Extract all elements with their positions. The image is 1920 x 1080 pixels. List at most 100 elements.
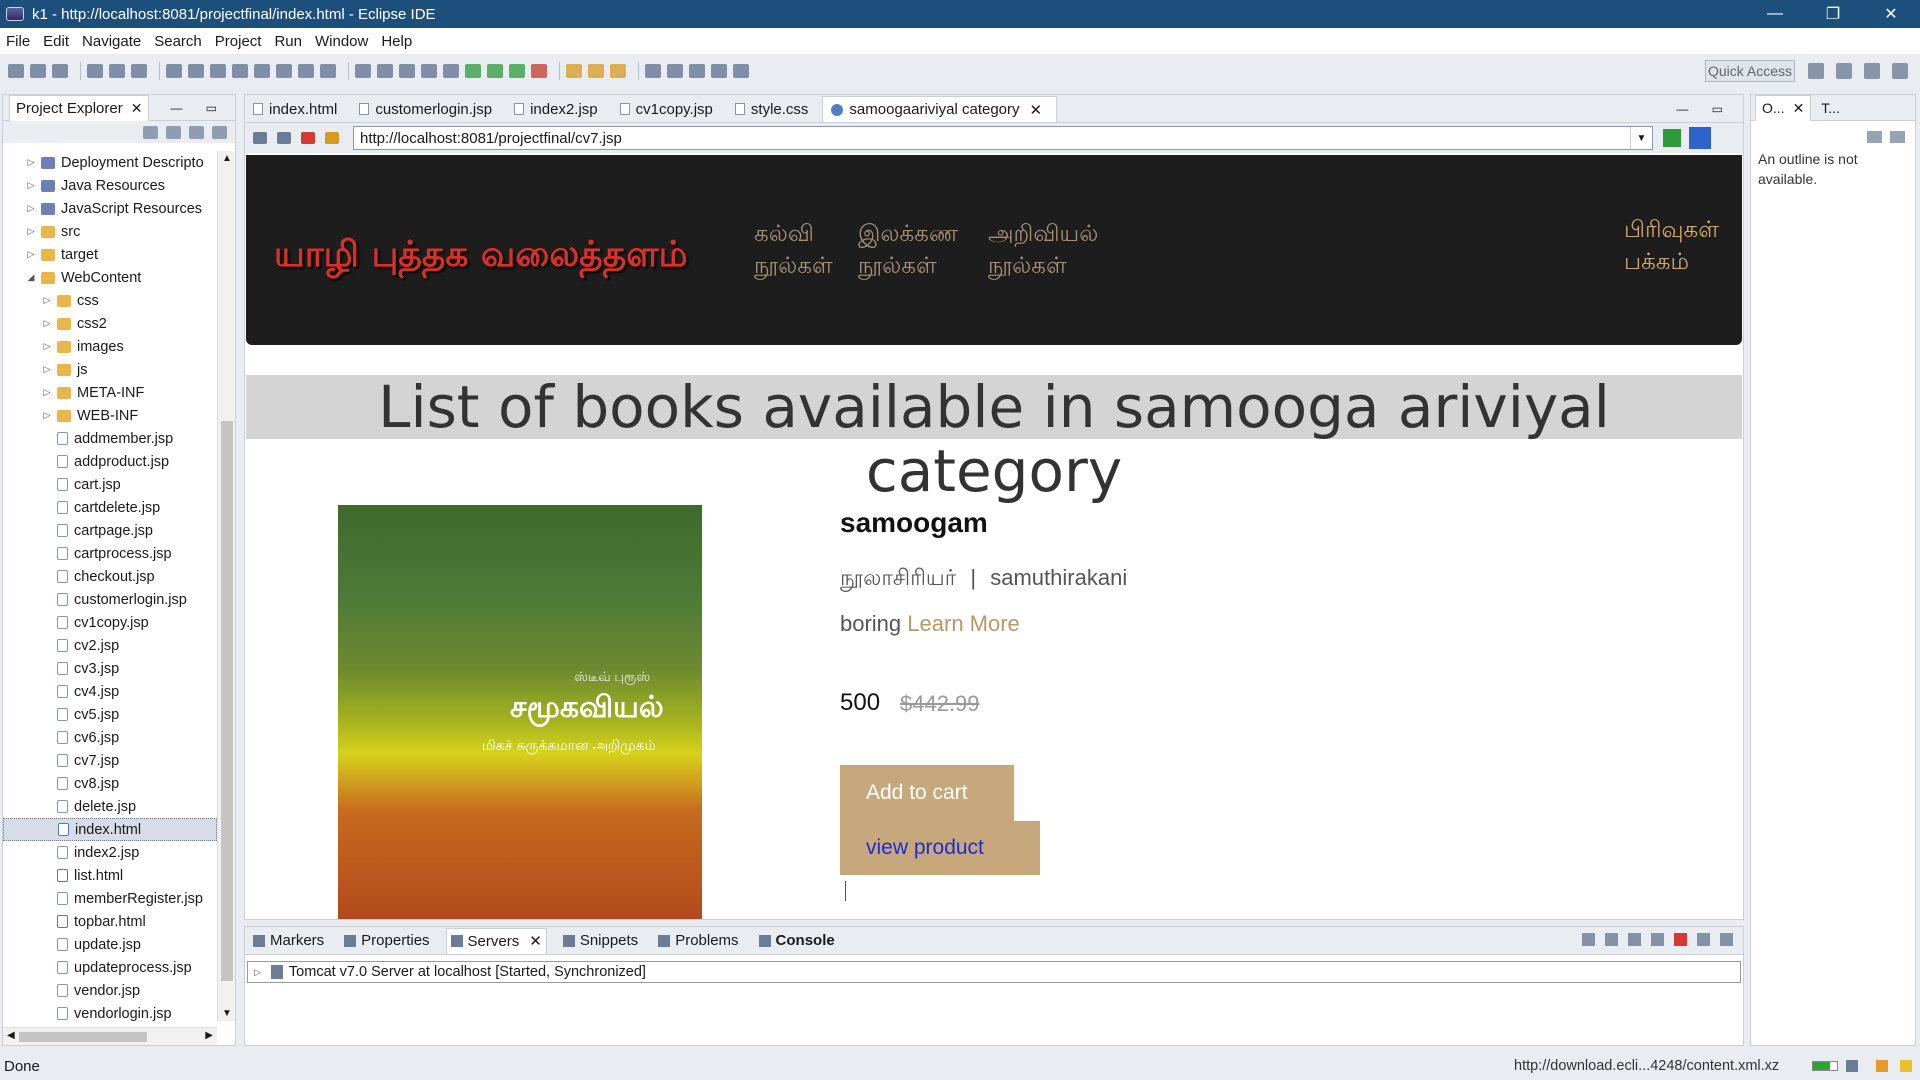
- scroll-right-arrow-icon[interactable]: ▶: [205, 1030, 213, 1041]
- site-logo[interactable]: யாழி புத்தக வலைத்தளம்: [274, 233, 688, 280]
- tree-item[interactable]: cv5.jsp: [3, 703, 217, 726]
- tip-lightbulb-icon[interactable]: [1900, 1060, 1912, 1072]
- scroll-up-arrow-icon[interactable]: ▲: [222, 153, 232, 164]
- new-icon[interactable]: [8, 64, 24, 78]
- rss-icon[interactable]: [1876, 1060, 1888, 1072]
- expand-icon[interactable]: ▷: [254, 967, 261, 978]
- tree-item[interactable]: cv2.jsp: [3, 634, 217, 657]
- coverage-icon[interactable]: [509, 64, 525, 78]
- editor-tab[interactable]: customerlogin.jsp: [351, 96, 506, 122]
- tree-item[interactable]: ▷ js: [3, 358, 217, 381]
- tree-item[interactable]: checkout.jsp: [3, 565, 217, 588]
- publish-icon[interactable]: [1697, 933, 1710, 946]
- open-perspective-icon[interactable]: [1808, 63, 1824, 79]
- tree-item[interactable]: addmember.jsp: [3, 427, 217, 450]
- scroll-down-arrow-icon[interactable]: ▼: [222, 1008, 232, 1019]
- tree-item[interactable]: ▷ css2: [3, 312, 217, 335]
- tree-item[interactable]: ▷ WEB-INF: [3, 404, 217, 427]
- java-ee-perspective-icon[interactable]: [1836, 63, 1852, 79]
- open-type-icon[interactable]: [566, 64, 582, 78]
- tab-project-explorer[interactable]: Project Explorer ✕: [9, 94, 150, 121]
- tree-item[interactable]: ▷ JavaScript Resources: [3, 197, 217, 220]
- editor-tab[interactable]: cv1copy.jsp: [612, 96, 727, 122]
- pen-icon[interactable]: [610, 64, 626, 78]
- menu-help[interactable]: Help: [381, 33, 412, 50]
- tree-item[interactable]: ◢ WebContent: [3, 266, 217, 289]
- minimize-button[interactable]: —: [1746, 0, 1804, 28]
- new-package-icon[interactable]: [377, 64, 393, 78]
- tree-item[interactable]: vendor.jsp: [3, 979, 217, 1002]
- horizontal-scrollbar[interactable]: ◀ ▶: [3, 1027, 217, 1045]
- expand-icon[interactable]: ▷: [41, 295, 53, 306]
- new-server-icon[interactable]: [355, 64, 371, 78]
- suspend-icon[interactable]: [210, 64, 226, 78]
- restore-button[interactable]: ❐: [1804, 0, 1862, 28]
- tree-item[interactable]: cv6.jsp: [3, 726, 217, 749]
- expand-icon[interactable]: ▷: [41, 364, 53, 375]
- nav-education-books[interactable]: கல்வி நூல்கள்: [754, 217, 833, 281]
- refresh-icon[interactable]: [325, 132, 339, 144]
- nav-categories-page[interactable]: பிரிவுகள் பக்கம்: [1624, 213, 1719, 277]
- next-annotation-icon[interactable]: [645, 64, 661, 78]
- add-to-cart-button[interactable]: Add to cart: [840, 765, 1014, 821]
- editor-tab[interactable]: samoogaariviyal category ✕: [822, 96, 1058, 122]
- tab-snippets[interactable]: Snippets: [559, 928, 642, 954]
- expand-icon[interactable]: ◢: [25, 272, 37, 283]
- debug-server-icon[interactable]: [1605, 933, 1618, 946]
- tree-item[interactable]: cartdelete.jsp: [3, 496, 217, 519]
- server-row[interactable]: ▷ Tomcat v7.0 Server at localhost [Start…: [247, 961, 1741, 983]
- tree-item[interactable]: cart.jsp: [3, 473, 217, 496]
- start-server-icon[interactable]: [1628, 933, 1641, 946]
- link-with-editor-icon[interactable]: [166, 125, 181, 139]
- menu-file[interactable]: File: [6, 33, 30, 50]
- tab-properties[interactable]: Properties: [340, 928, 433, 954]
- nav-grammar-books[interactable]: இலக்கண நூல்கள்: [858, 217, 958, 281]
- globe-icon[interactable]: [421, 64, 437, 78]
- disconnect-icon[interactable]: [254, 64, 270, 78]
- tree-item[interactable]: cartprocess.jsp: [3, 542, 217, 565]
- back-arrow-icon[interactable]: [711, 64, 727, 78]
- collapse-all-icon[interactable]: [143, 125, 158, 139]
- tree-item[interactable]: update.jsp: [3, 933, 217, 956]
- last-edit-icon[interactable]: [689, 64, 705, 78]
- tab-servers[interactable]: Servers ✕: [445, 927, 547, 954]
- tree-item[interactable]: cv7.jsp: [3, 749, 217, 772]
- save-icon[interactable]: [30, 64, 46, 78]
- book-cover-image[interactable]: ஸ்டீவ் புரூஸ் சமூகவியல் மிகச் சுருக்கமான…: [338, 505, 702, 919]
- tree-item[interactable]: ▷ images: [3, 335, 217, 358]
- new-class-icon[interactable]: [399, 64, 415, 78]
- tree-item[interactable]: cv8.jsp: [3, 772, 217, 795]
- terminate-icon[interactable]: [232, 64, 248, 78]
- resume-icon[interactable]: [188, 64, 204, 78]
- step-over-icon[interactable]: [298, 64, 314, 78]
- outline-menu-icon[interactable]: [1867, 131, 1882, 143]
- tab-console[interactable]: Console: [755, 928, 839, 954]
- editor-tab[interactable]: index2.jsp: [506, 96, 612, 122]
- tree-item[interactable]: delete.jsp: [3, 795, 217, 818]
- debug-perspective-icon[interactable]: [1864, 63, 1880, 79]
- external-tools-icon[interactable]: [531, 64, 547, 78]
- tree-item[interactable]: list.html: [3, 864, 217, 887]
- expand-icon[interactable]: ▷: [25, 226, 37, 237]
- tree-item[interactable]: ▷ target: [3, 243, 217, 266]
- expand-icon[interactable]: ▷: [25, 203, 37, 214]
- close-icon[interactable]: ✕: [131, 100, 143, 117]
- open-external-browser-icon[interactable]: [1689, 127, 1711, 149]
- print-icon[interactable]: [87, 64, 103, 78]
- quick-access-field[interactable]: Quick Access: [1705, 60, 1795, 82]
- menu-run[interactable]: Run: [274, 33, 302, 50]
- tree-item[interactable]: cv3.jsp: [3, 657, 217, 680]
- save-all-icon[interactable]: [52, 64, 68, 78]
- scroll-left-arrow-icon[interactable]: ◀: [7, 1030, 15, 1041]
- stop-server-icon[interactable]: [1674, 933, 1687, 946]
- expand-icon[interactable]: ▷: [41, 387, 53, 398]
- tab-problems[interactable]: Problems: [654, 928, 742, 954]
- tree-item[interactable]: cv1copy.jsp: [3, 611, 217, 634]
- minimize-maximize-icons[interactable]: — ▭: [170, 101, 227, 115]
- forward-icon[interactable]: [277, 132, 291, 144]
- menu-search[interactable]: Search: [154, 33, 202, 50]
- close-icon[interactable]: ✕: [529, 932, 542, 950]
- tree-item[interactable]: ▷ Java Resources: [3, 174, 217, 197]
- close-icon[interactable]: ✕: [1793, 100, 1805, 117]
- tree-item[interactable]: ▷ Deployment Descripto: [3, 151, 217, 174]
